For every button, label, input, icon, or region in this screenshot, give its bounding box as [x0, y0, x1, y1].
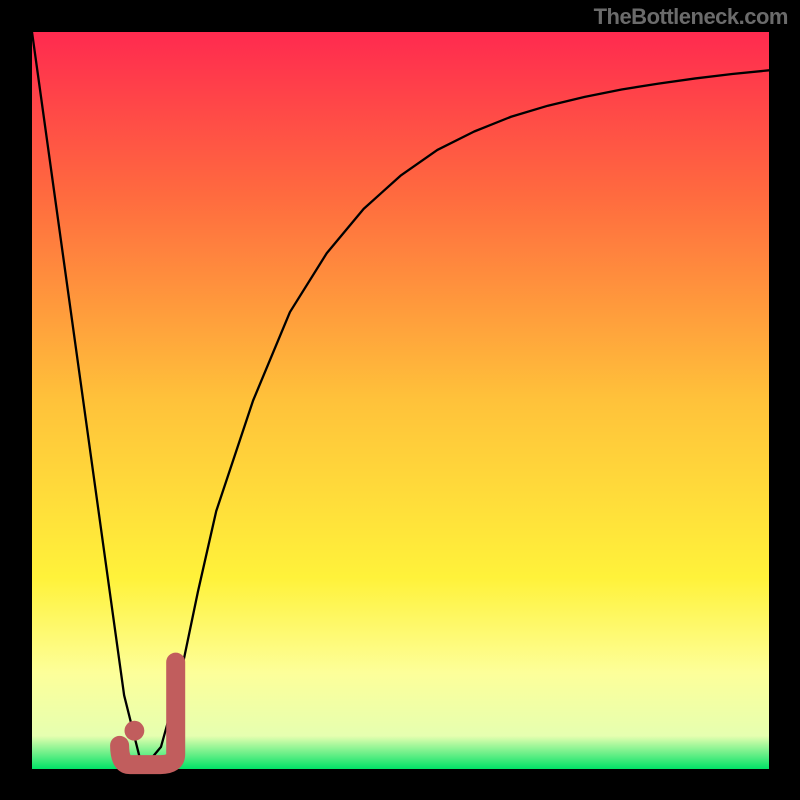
marker-dot	[124, 721, 144, 741]
bottleneck-chart	[0, 0, 800, 800]
chart-container: TheBottleneck.com	[0, 0, 800, 800]
plot-area	[32, 32, 769, 769]
